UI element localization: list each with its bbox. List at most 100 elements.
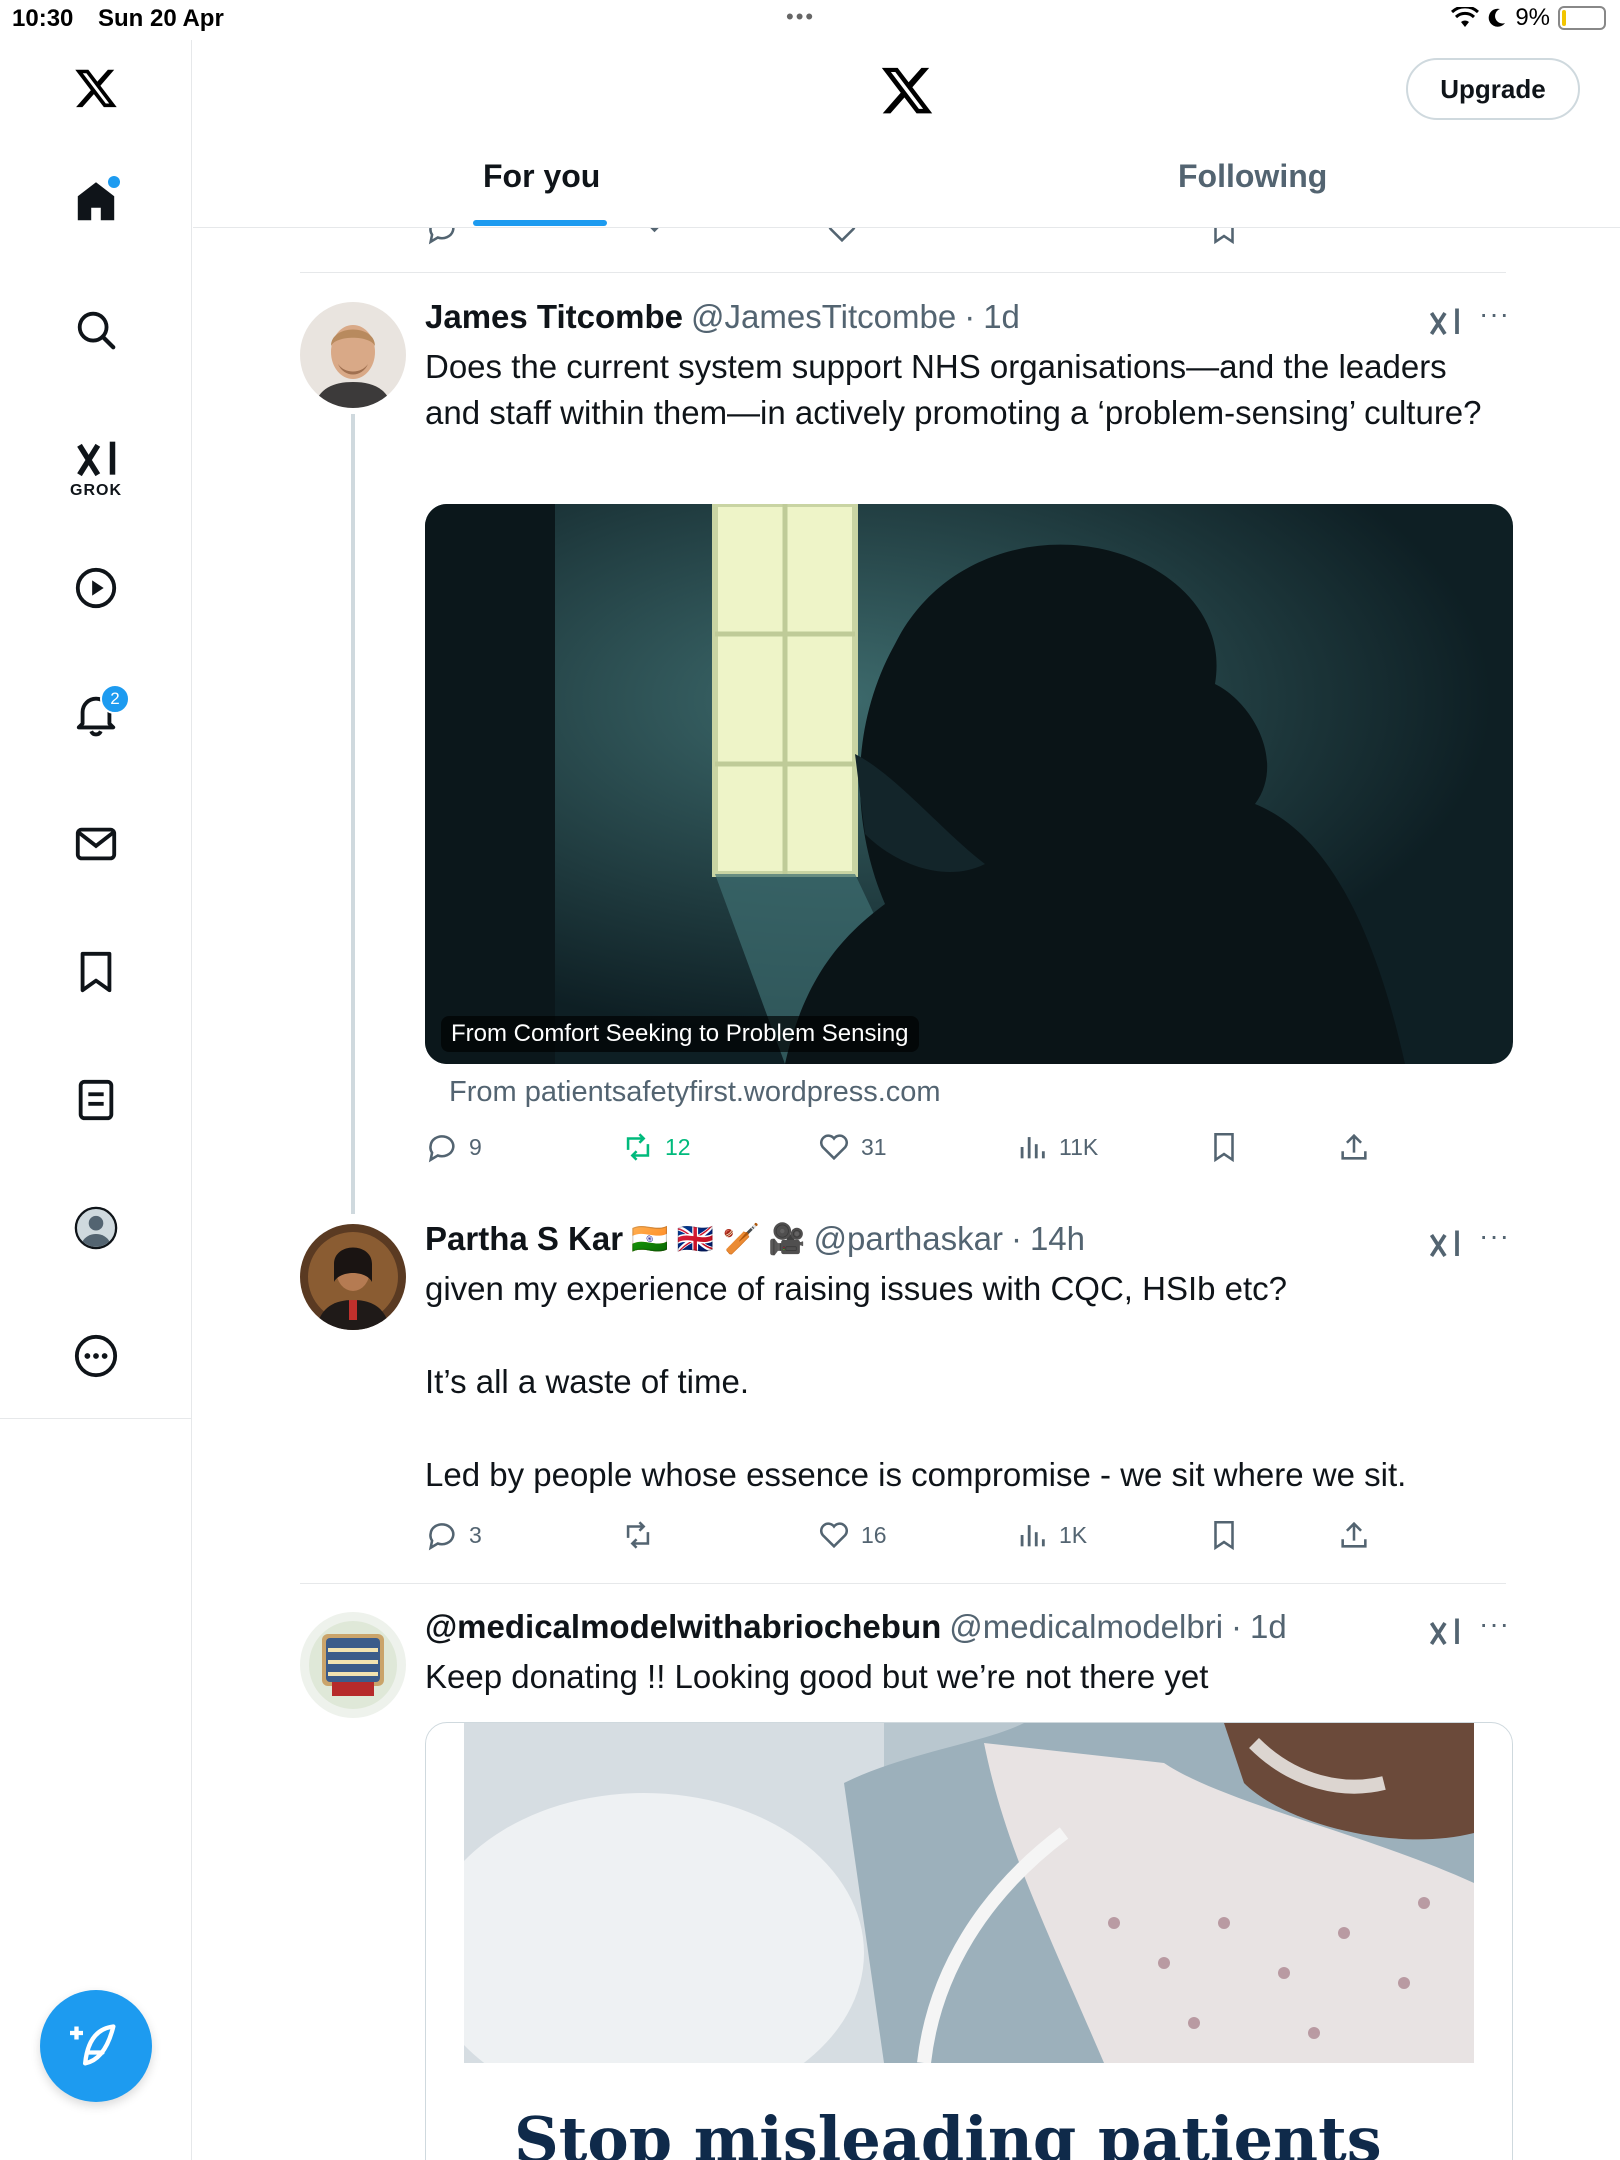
bookmark-button[interactable] — [1207, 1518, 1241, 1552]
more-options-icon[interactable]: ··· — [1479, 1608, 1510, 1640]
author-handle[interactable]: @parthaskar — [814, 1220, 1003, 1258]
post-time[interactable]: 14h — [1030, 1220, 1085, 1258]
grok-label: GROK — [70, 482, 122, 499]
share-icon — [1341, 1133, 1367, 1160]
reply-button[interactable]: 9 — [425, 1130, 482, 1164]
sidebar-item-grok[interactable]: GROK — [60, 424, 132, 514]
reply-icon[interactable] — [425, 228, 459, 246]
retweet-icon — [626, 1521, 650, 1549]
battery-percent: 9% — [1515, 4, 1550, 31]
post-text-line: Led by people whose essence is compromis… — [425, 1456, 1407, 1493]
post-actions: 3 16 1K — [425, 1518, 1505, 1568]
sidebar-divider — [0, 1418, 192, 1419]
like-icon — [819, 1522, 849, 1549]
post-text-line: It’s all a waste of time. — [425, 1363, 750, 1400]
views-button[interactable]: 1K — [1015, 1518, 1087, 1552]
like-count: 31 — [861, 1133, 887, 1160]
separator-dot: · — [1231, 1608, 1243, 1645]
post-text: given my experience of raising issues wi… — [425, 1266, 1505, 1498]
post-text: Keep donating !! Looking good but we’re … — [425, 1658, 1209, 1695]
sidebar-item-lists[interactable] — [60, 1064, 132, 1136]
sidebar-item-video[interactable] — [60, 552, 132, 624]
bookmark-button[interactable] — [1207, 1130, 1241, 1164]
author-name[interactable]: James Titcombe — [425, 298, 683, 336]
previous-post-actions — [193, 228, 1620, 248]
grok-explain-icon[interactable] — [1427, 1226, 1463, 1262]
share-button[interactable] — [1337, 1130, 1371, 1164]
views-count: 11K — [1059, 1133, 1099, 1160]
bookmark-icon[interactable] — [1207, 228, 1241, 246]
more-options-icon[interactable]: ··· — [1479, 1220, 1510, 1252]
tab-following[interactable]: Following — [1178, 158, 1327, 195]
post-time[interactable]: 1d — [1250, 1608, 1287, 1646]
status-date: Sun 20 Apr — [98, 5, 224, 32]
post-divider — [300, 272, 1506, 273]
post-media-image[interactable]: From Comfort Seeking to Problem Sensing — [425, 504, 1513, 1064]
upgrade-button[interactable]: Upgrade — [1406, 58, 1580, 120]
retweet-button[interactable]: 12 — [621, 1130, 691, 1164]
like-count: 16 — [861, 1521, 887, 1548]
views-icon — [1020, 1525, 1045, 1547]
wifi-icon — [1451, 7, 1480, 27]
sidebar-item-home[interactable] — [60, 166, 132, 238]
status-indicators: 9% — [1451, 4, 1606, 32]
sidebar-item-more[interactable] — [60, 1320, 132, 1392]
bookmark-icon — [1214, 1132, 1234, 1163]
more-icon — [74, 1334, 118, 1378]
author-handle[interactable]: @medicalmodelbri — [949, 1608, 1223, 1646]
avatar[interactable] — [300, 1224, 406, 1330]
grok-explain-icon[interactable] — [1427, 304, 1463, 340]
profile-icon — [74, 1206, 118, 1250]
reply-button[interactable]: 3 — [425, 1518, 482, 1552]
like-button[interactable]: 16 — [817, 1518, 887, 1552]
video-icon — [75, 567, 117, 609]
sidebar-item-notifications[interactable]: 2 — [60, 678, 132, 750]
moon-icon — [1489, 8, 1506, 27]
sidebar-item-bookmarks[interactable] — [60, 936, 132, 1008]
media-caption: From Comfort Seeking to Problem Sensing — [441, 1016, 919, 1052]
sidebar-item-messages[interactable] — [60, 808, 132, 880]
share-button[interactable] — [1337, 1518, 1371, 1552]
views-count: 1K — [1059, 1521, 1088, 1548]
sidebar: GROK 2 — [0, 40, 192, 2160]
multitask-dots-icon[interactable]: ••• — [786, 4, 815, 30]
more-options-icon[interactable]: ··· — [1479, 298, 1510, 330]
messages-icon — [75, 827, 117, 861]
grok-icon — [77, 441, 116, 477]
like-button[interactable]: 31 — [817, 1130, 887, 1164]
notification-count-badge: 2 — [100, 684, 130, 714]
sidebar-item-explore[interactable] — [60, 294, 132, 366]
post-time[interactable]: 1d — [983, 298, 1020, 336]
retweet-count: 12 — [665, 1133, 691, 1160]
sidebar-item-profile[interactable] — [60, 1192, 132, 1264]
author-name[interactable]: @medicalmodelwithabriochebun — [425, 1608, 941, 1646]
like-icon[interactable] — [825, 228, 859, 246]
post-card-image[interactable]: Stop misleading patients — [425, 1722, 1513, 2160]
avatar[interactable] — [300, 302, 406, 408]
lists-icon — [78, 1079, 114, 1121]
grok-explain-icon[interactable] — [1427, 1614, 1463, 1650]
post-text-line: given my experience of raising issues wi… — [425, 1270, 1288, 1307]
tab-for-you[interactable]: For you — [483, 158, 600, 195]
bookmark-icon — [1214, 1520, 1234, 1551]
x-logo-icon[interactable] — [879, 62, 935, 118]
retweet-button[interactable] — [621, 1518, 655, 1552]
avatar[interactable] — [300, 1612, 406, 1718]
battery-icon — [1558, 6, 1606, 30]
retweet-icon[interactable] — [629, 228, 663, 246]
author-handle[interactable]: @JamesTitcombe — [691, 298, 956, 336]
x-logo[interactable] — [60, 52, 132, 124]
thread-line — [351, 414, 355, 1214]
reply-count: 9 — [469, 1133, 482, 1160]
reply-icon — [428, 1523, 455, 1551]
retweet-icon — [626, 1133, 650, 1161]
status-bar: 10:30 Sun 20 Apr ••• 9% — [0, 0, 1620, 40]
post-text: Does the current system support NHS orga… — [425, 348, 1482, 431]
views-button[interactable]: 11K — [1015, 1130, 1098, 1164]
author-name-emoji: 🇮🇳 🇬🇧 🏏 🎥 — [631, 1222, 806, 1256]
compose-post-button[interactable] — [40, 1990, 152, 2102]
author-name[interactable]: Partha S Kar — [425, 1220, 623, 1258]
post-header: James Titcombe @JamesTitcombe · 1d — [425, 298, 1020, 336]
link-source[interactable]: From patientsafetyfirst.wordpress.com — [449, 1076, 941, 1109]
status-time: 10:30 — [12, 5, 74, 32]
